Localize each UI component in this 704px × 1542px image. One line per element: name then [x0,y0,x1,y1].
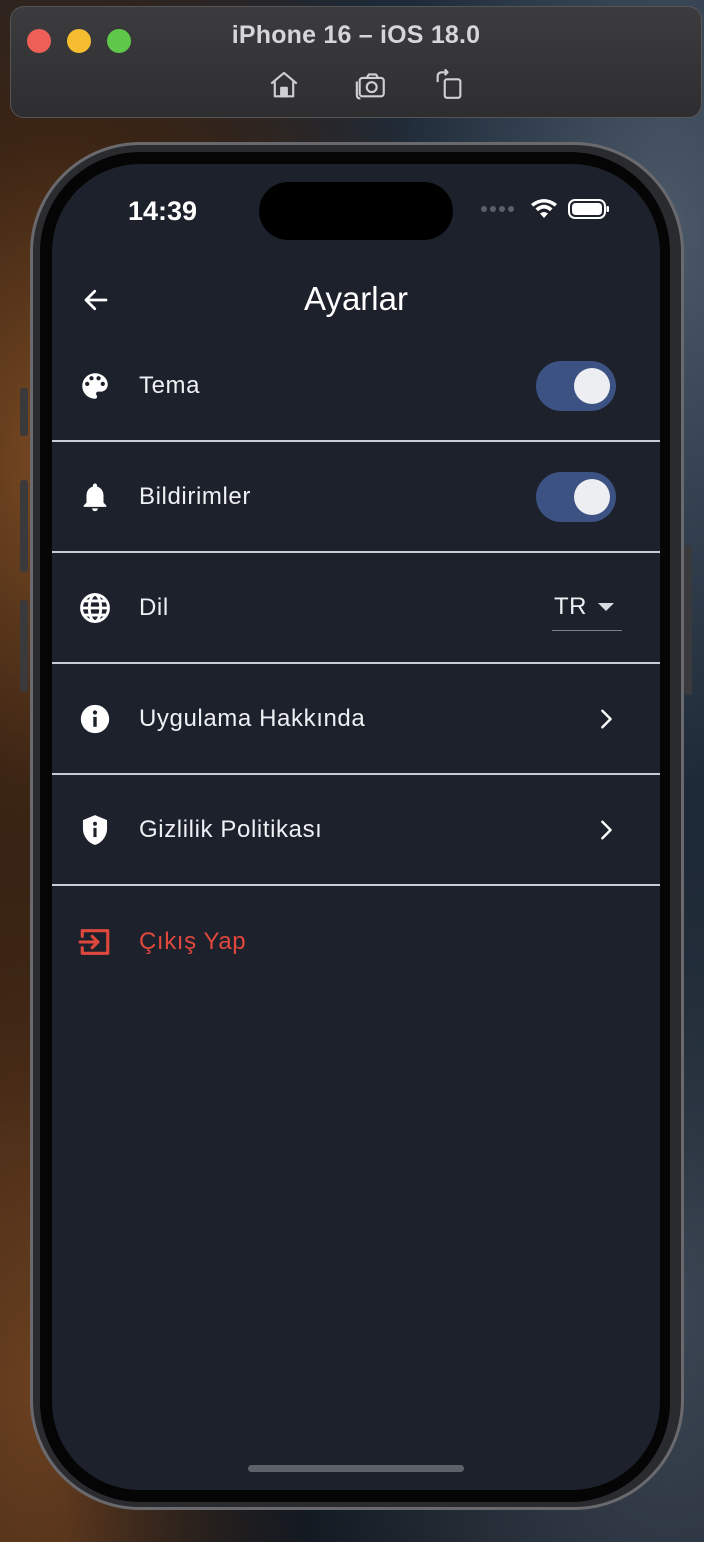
screenshot-icon[interactable] [353,67,389,103]
app-bar: Ayarlar [52,264,660,336]
simulator-title-bar: iPhone 16 – iOS 18.0 [10,6,702,118]
language-dropdown[interactable]: TR [552,585,622,631]
privacy-label: Gizlilik Politikası [139,815,323,843]
globe-icon [78,591,112,625]
chevron-right-icon [592,705,620,733]
settings-row-language[interactable]: Dil TR [52,553,660,664]
bell-icon [78,480,112,514]
caret-down-icon [598,602,614,611]
settings-row-notifications[interactable]: Bildirimler [52,442,660,553]
toggle-knob [574,478,610,515]
palette-icon [78,369,112,403]
chevron-right-icon [592,816,620,844]
info-icon [78,702,112,736]
settings-row-about[interactable]: Uygulama Hakkında [52,664,660,775]
phone-power-button[interactable] [684,545,692,695]
rotate-icon[interactable] [431,67,467,103]
notifications-label: Bildirimler [139,482,251,510]
logout-label: Çıkış Yap [139,927,247,955]
cellular-signal-icon [481,206,514,212]
settings-row-privacy[interactable]: Gizlilik Politikası [52,775,660,886]
home-icon[interactable] [266,67,302,103]
theme-label: Tema [139,371,201,399]
page-title: Ayarlar [304,280,408,317]
status-icons [481,198,610,220]
phone-volume-up-button[interactable] [20,480,28,572]
home-indicator[interactable] [248,1465,464,1472]
language-label: Dil [139,593,169,621]
toggle-knob [574,367,610,404]
settings-row-theme[interactable]: Tema [52,331,660,442]
wifi-icon [531,199,557,218]
about-label: Uygulama Hakkında [139,704,366,732]
shield-icon [78,813,112,847]
phone-volume-down-button[interactable] [20,600,28,692]
phone-action-button[interactable] [20,388,28,436]
language-value: TR [554,593,587,620]
theme-toggle[interactable] [536,360,616,411]
phone-screen: 14:39 Ayarlar Tema Bildirimler Dil TR Uy… [52,164,660,1490]
status-time: 14:39 [128,196,198,226]
settings-row-logout[interactable]: Çıkış Yap [52,886,660,997]
notifications-toggle[interactable] [536,471,616,522]
simulator-title: iPhone 16 – iOS 18.0 [231,21,481,49]
logout-icon [78,925,112,959]
settings-list: Tema Bildirimler Dil TR Uygulama Hakkınd… [52,331,660,997]
dynamic-island [259,182,453,240]
battery-icon [568,199,609,219]
